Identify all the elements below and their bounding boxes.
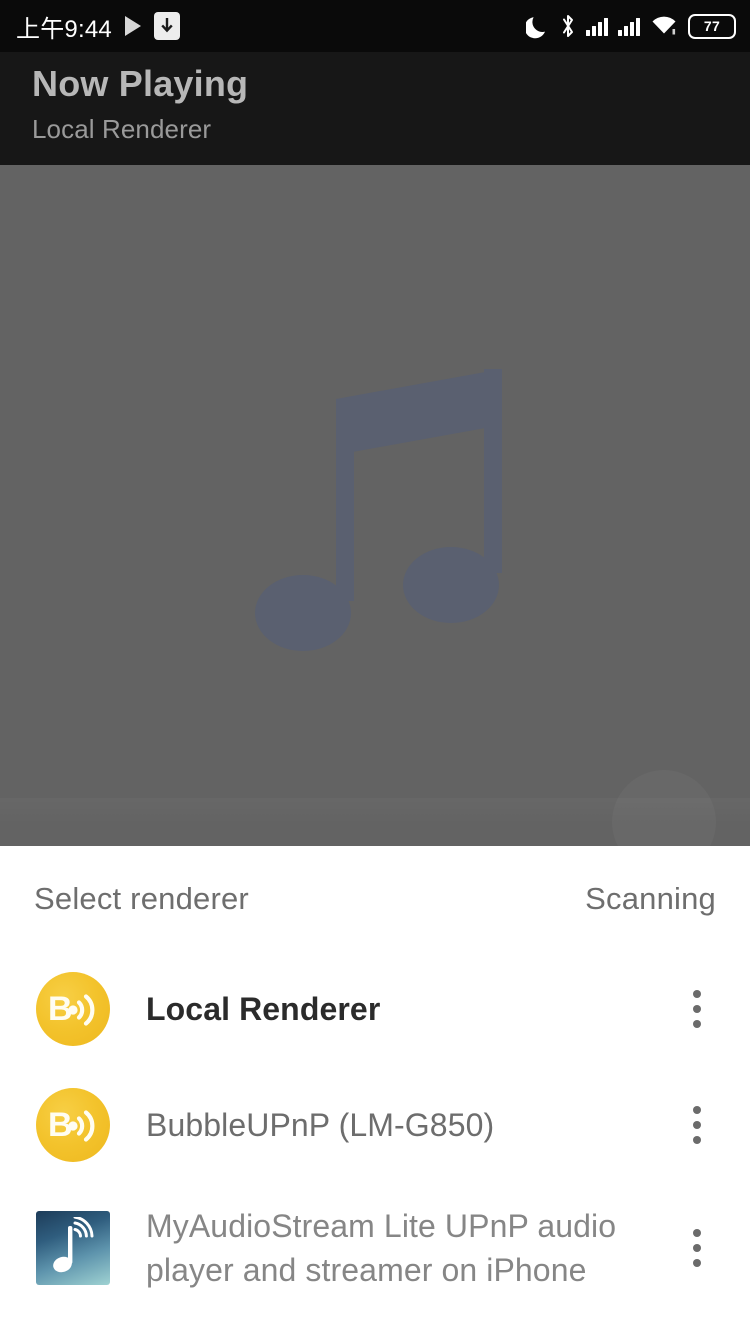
signal-sim2-icon bbox=[618, 16, 640, 36]
battery-icon: 77 bbox=[688, 13, 736, 39]
bluetooth-icon bbox=[560, 13, 576, 39]
bubbleupnp-icon: B bbox=[34, 970, 112, 1048]
status-bar: 上午9:44 77 bbox=[0, 0, 750, 52]
overflow-menu-icon[interactable] bbox=[666, 980, 728, 1038]
dimmed-seek-bar bbox=[0, 798, 750, 824]
scanning-status: Scanning bbox=[585, 880, 716, 916]
download-icon bbox=[153, 12, 180, 40]
menu-dot bbox=[693, 1121, 701, 1129]
menu-dot bbox=[693, 1229, 701, 1237]
wifi-icon bbox=[650, 14, 678, 38]
menu-dot bbox=[693, 1020, 701, 1028]
current-renderer-subtitle: Local Renderer bbox=[32, 114, 212, 144]
bubbleupnp-icon: B bbox=[34, 1086, 112, 1164]
menu-dot bbox=[693, 1244, 701, 1252]
list-item-label-wrapper: BubbleUPnP (LM-G850) bbox=[146, 1107, 666, 1144]
bubbleupnp-icon-circle: B bbox=[36, 972, 110, 1046]
list-item[interactable]: MyAudioStream Lite UPnP audio player and… bbox=[0, 1183, 750, 1313]
list-item[interactable]: B BubbleUPnP (LM-G850) bbox=[0, 1067, 750, 1183]
menu-dot bbox=[693, 990, 701, 998]
menu-dot bbox=[693, 1136, 701, 1144]
overflow-menu-icon[interactable] bbox=[666, 1096, 728, 1154]
renderer-name: Local Renderer bbox=[146, 990, 381, 1027]
menu-dot bbox=[693, 1259, 701, 1267]
do-not-disturb-moon-icon bbox=[526, 13, 550, 39]
signal-sim1-icon bbox=[586, 16, 608, 36]
renderer-name: MyAudioStream Lite UPnP audio player and… bbox=[146, 1208, 617, 1288]
dimmed-play-fab bbox=[612, 770, 716, 846]
battery-level-text: 77 bbox=[703, 18, 721, 34]
sheet-header: Select renderer Scanning bbox=[0, 846, 750, 951]
album-art-area bbox=[0, 165, 750, 846]
music-note-icon bbox=[240, 353, 510, 658]
renderer-list: B Local Renderer B BubbleUPnP (LM-G850) … bbox=[0, 951, 750, 1313]
list-item-label-wrapper: MyAudioStream Lite UPnP audio player and… bbox=[146, 1204, 666, 1292]
myaudiostream-icon-tile bbox=[36, 1211, 110, 1285]
phone-screen: 上午9:44 77 Now Playing Local Renderer Sel… bbox=[0, 0, 750, 1333]
status-bar-right: 77 bbox=[526, 13, 736, 39]
sheet-title: Select renderer bbox=[34, 880, 249, 916]
dimmed-player-controls bbox=[0, 798, 750, 844]
renderer-picker-sheet: Select renderer Scanning B Local Rendere… bbox=[0, 846, 750, 1333]
myaudiostream-icon bbox=[34, 1209, 112, 1287]
menu-dot bbox=[693, 1106, 701, 1114]
menu-dot bbox=[693, 1005, 701, 1013]
status-bar-left: 上午9:44 bbox=[16, 9, 180, 44]
play-icon bbox=[124, 16, 141, 36]
status-bar-clock: 上午9:44 bbox=[16, 15, 112, 43]
overflow-menu-icon[interactable] bbox=[666, 1219, 728, 1277]
bubbleupnp-icon-circle: B bbox=[36, 1088, 110, 1162]
list-item[interactable]: B Local Renderer bbox=[0, 951, 750, 1067]
list-item-label-wrapper: Local Renderer bbox=[146, 991, 666, 1028]
renderer-name: BubbleUPnP (LM-G850) bbox=[146, 1106, 495, 1143]
page-title: Now Playing bbox=[32, 63, 249, 104]
app-bar: Now Playing Local Renderer bbox=[0, 52, 750, 165]
